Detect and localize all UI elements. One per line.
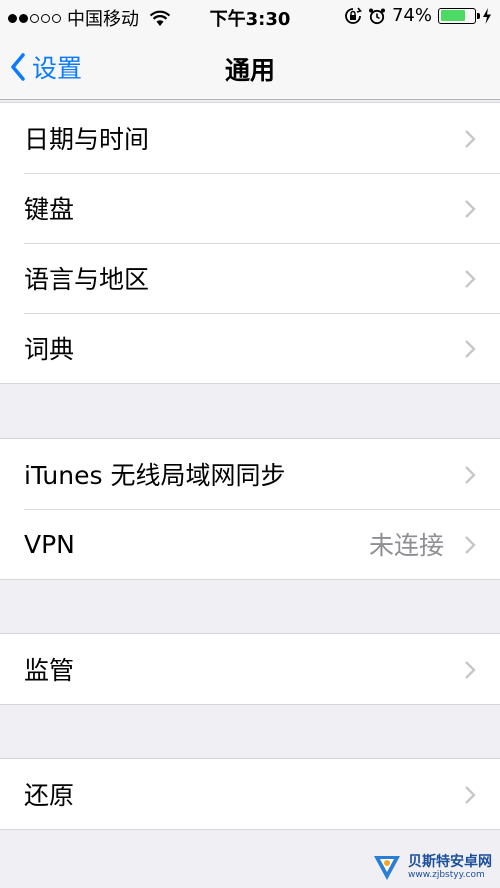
battery-icon: [438, 7, 480, 24]
row-label: 监管: [24, 656, 75, 685]
chevron-right-icon: [465, 130, 476, 148]
battery-tip: [477, 12, 480, 19]
settings-group-reset: 还原: [0, 758, 500, 830]
chevron-right-icon: [465, 661, 476, 679]
settings-row-dictionary[interactable]: 词典: [0, 313, 500, 383]
settings-group-network: iTunes 无线局域网同步 VPN 未连接: [0, 438, 500, 580]
settings-row-reset[interactable]: 还原: [0, 759, 500, 829]
alarm-icon: [368, 8, 385, 24]
settings-row-date-time[interactable]: 日期与时间: [0, 103, 500, 173]
battery-percent: 74%: [391, 5, 432, 26]
row-label: 日期与时间: [24, 125, 150, 154]
row-label: 还原: [24, 781, 75, 810]
watermark-logo-icon: [374, 856, 400, 880]
page-title: 通用: [224, 56, 275, 85]
watermark-text: 贝斯特安卓网 www.zjbstyy.com: [408, 855, 492, 880]
battery-fill: [440, 10, 465, 21]
settings-row-keyboard[interactable]: 键盘: [0, 173, 500, 243]
watermark-title: 贝斯特安卓网: [408, 853, 492, 870]
settings-group-general: 日期与时间 键盘 语言与地区 词典: [0, 102, 500, 384]
chevron-right-icon: [465, 200, 476, 218]
status-right: 74%: [344, 5, 492, 26]
settings-row-vpn[interactable]: VPN 未连接: [0, 509, 500, 579]
vpn-status: 未连接: [368, 531, 444, 560]
settings-row-language-region[interactable]: 语言与地区: [0, 243, 500, 313]
watermark: 贝斯特安卓网 www.zjbstyy.com: [370, 848, 498, 886]
row-label: 词典: [24, 335, 75, 364]
row-label: VPN: [24, 529, 75, 559]
chevron-right-icon: [465, 536, 476, 554]
row-label: 语言与地区: [24, 265, 150, 294]
settings-row-supervision[interactable]: 监管: [0, 634, 500, 704]
chevron-right-icon: [465, 786, 476, 804]
charging-bolt-icon: [483, 7, 491, 24]
watermark-url: www.zjbstyy.com: [408, 869, 485, 880]
navigation-bar: 设置 通用: [0, 34, 500, 100]
chevron-right-icon: [465, 270, 476, 288]
settings-group-supervision: 监管: [0, 633, 500, 705]
row-label: iTunes 无线局域网同步: [24, 461, 286, 490]
rotation-lock-icon: [345, 6, 362, 24]
status-bar: 中国移动 下午3:30 74%: [0, 0, 500, 34]
settings-row-itunes-wifi-sync[interactable]: iTunes 无线局域网同步: [0, 439, 500, 509]
chevron-right-icon: [465, 466, 476, 484]
row-label: 键盘: [24, 195, 75, 224]
chevron-right-icon: [465, 340, 476, 358]
